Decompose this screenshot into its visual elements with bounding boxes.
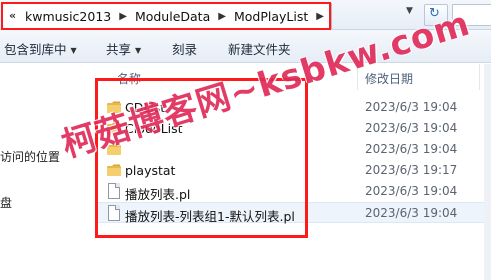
include-in-library-label: 包含到库中	[4, 42, 67, 57]
column-divider[interactable]	[479, 64, 480, 90]
file-date: 2023/6/3 19:04	[365, 142, 458, 156]
chevron-down-icon: ▼	[70, 46, 77, 55]
file-date: 2023/6/3 19:04	[365, 100, 458, 114]
file-date: 2023/6/3 19:04	[365, 121, 458, 135]
file-date: 2023/6/3 19:04	[365, 206, 458, 220]
burn-button[interactable]: 刻录	[172, 39, 197, 58]
nav-item-recent-places[interactable]: 访问的位置	[0, 148, 60, 165]
chevron-down-icon: ▼	[135, 46, 142, 55]
file-date: 2023/6/3 19:17	[365, 163, 458, 177]
navigation-pane: 访问的位置 盘	[0, 64, 95, 280]
annotation-highlight-box	[1, 2, 331, 30]
nav-item-disk[interactable]: 盘	[0, 194, 12, 211]
vertical-scrollbar[interactable]	[484, 64, 491, 280]
file-date: 2023/6/3 19:04	[365, 184, 458, 198]
share-button[interactable]: 共享 ▼	[106, 39, 141, 58]
share-label: 共享	[106, 42, 132, 57]
include-in-library-button[interactable]: 包含到库中 ▼	[4, 39, 77, 58]
